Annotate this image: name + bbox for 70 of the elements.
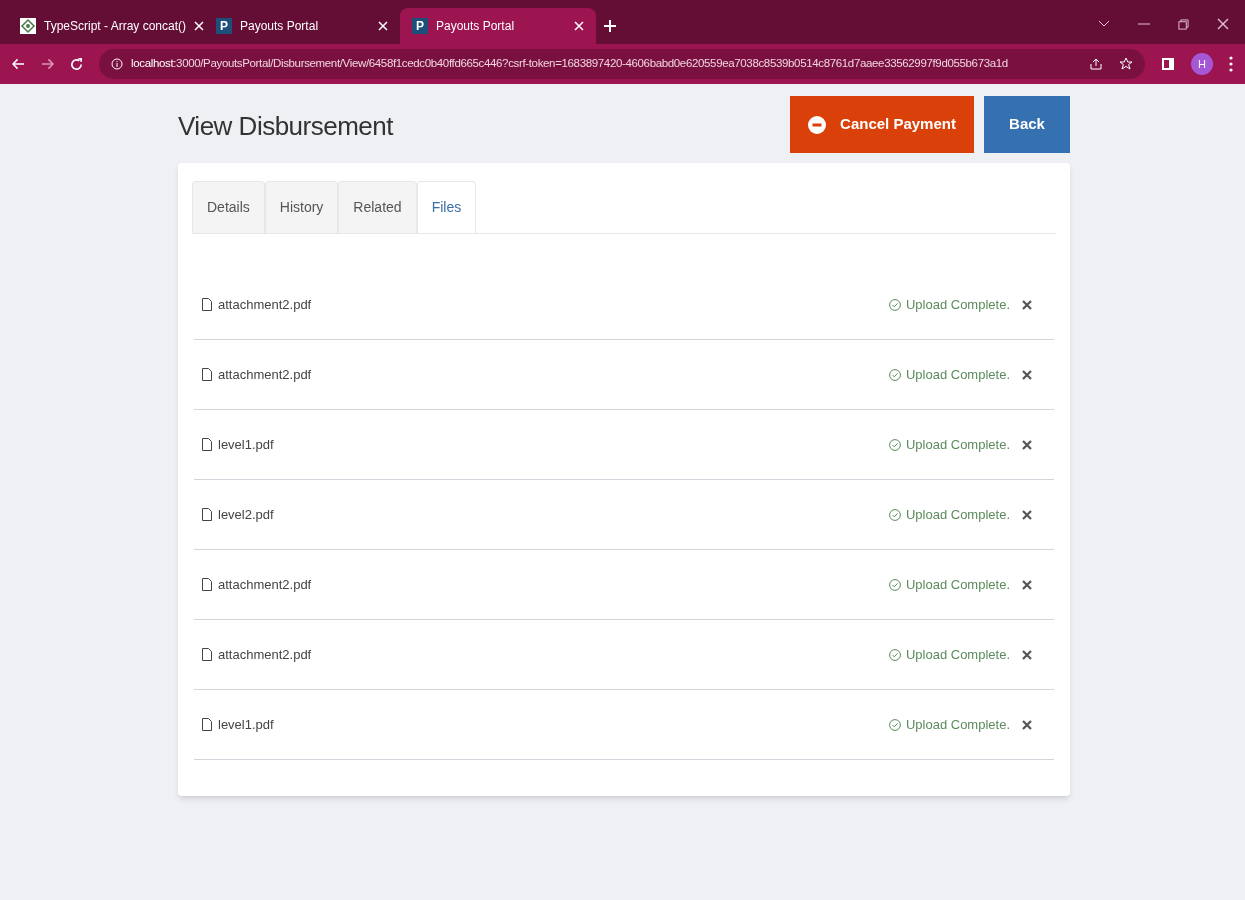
forward-arrow-icon[interactable] <box>41 58 54 70</box>
star-icon[interactable] <box>1119 57 1133 71</box>
remove-file-icon[interactable] <box>1022 649 1032 660</box>
upload-status: Upload Complete. <box>905 295 1010 314</box>
file-name: attachment2.pdf <box>218 295 312 314</box>
file-name: attachment2.pdf <box>218 575 312 594</box>
portal-favicon-icon: P <box>216 18 232 34</box>
portal-favicon-icon: P <box>412 18 428 34</box>
check-circle-icon <box>888 368 901 381</box>
file-name: level2.pdf <box>218 505 274 524</box>
more-menu-icon[interactable] <box>1229 56 1233 72</box>
remove-file-icon[interactable] <box>1022 579 1032 590</box>
close-tab-icon[interactable] <box>378 21 388 31</box>
upload-status: Upload Complete. <box>905 575 1010 594</box>
file-name: level1.pdf <box>218 715 274 734</box>
check-circle-icon <box>888 298 901 311</box>
new-tab-icon[interactable] <box>604 20 616 32</box>
info-icon <box>111 58 123 70</box>
file-icon <box>202 648 212 661</box>
tab-search-chevron-icon[interactable] <box>1098 20 1110 28</box>
file-icon <box>202 718 212 731</box>
check-circle-icon <box>888 718 901 731</box>
reload-icon[interactable] <box>70 57 83 71</box>
file-icon <box>202 578 212 591</box>
file-icon <box>202 368 212 381</box>
share-icon[interactable] <box>1089 57 1103 71</box>
url-text: localhost:3000/PayoutsPortal/Disbursement/View/6458f1cedc0b40ffd665c446?csrf-token=1683897420-4606babd0e620559ea7038c8539b0514c8761d7aaee33562997f9d055b673a1d <box>131 56 1008 72</box>
tab[interactable]: Related <box>338 181 417 233</box>
tab[interactable]: History <box>264 181 339 233</box>
check-circle-icon <box>888 578 901 591</box>
check-circle-icon <box>888 508 901 521</box>
tab[interactable]: Files <box>416 181 477 233</box>
minus-circle-icon <box>808 115 827 134</box>
close-tab-icon[interactable] <box>194 21 205 31</box>
tab[interactable]: Details <box>192 181 265 233</box>
remove-file-icon[interactable] <box>1022 369 1032 380</box>
page-title: View Disbursement <box>178 110 393 143</box>
browser-tab[interactable]: P Payouts Portal <box>204 8 400 44</box>
remove-file-icon[interactable] <box>1022 439 1032 450</box>
restore-icon[interactable] <box>1178 18 1189 30</box>
upload-status: Upload Complete. <box>905 645 1010 664</box>
close-tab-icon[interactable] <box>574 21 584 31</box>
upload-status: Upload Complete. <box>905 435 1010 454</box>
back-button[interactable]: Back <box>984 96 1070 153</box>
file-icon <box>202 508 212 521</box>
remove-file-icon[interactable] <box>1022 299 1032 310</box>
file-icon <box>202 438 212 451</box>
browser-tab[interactable]: P Payouts Portal <box>400 8 596 44</box>
file-name: level1.pdf <box>218 435 274 454</box>
check-circle-icon <box>888 648 901 661</box>
file-name: attachment2.pdf <box>218 365 312 384</box>
tab-title: Payouts Portal <box>436 18 516 35</box>
file-name: attachment2.pdf <box>218 645 312 664</box>
tab-title: Payouts Portal <box>240 18 320 35</box>
back-arrow-icon[interactable] <box>12 58 25 70</box>
upload-status: Upload Complete. <box>905 505 1010 524</box>
file-icon <box>202 298 212 311</box>
site-favicon-icon <box>20 18 36 34</box>
cancel-payment-button[interactable]: Cancel Payment <box>790 96 974 153</box>
profile-avatar[interactable]: H <box>1191 53 1213 75</box>
close-window-icon[interactable] <box>1217 18 1229 30</box>
check-circle-icon <box>888 438 901 451</box>
upload-status: Upload Complete. <box>905 715 1010 734</box>
address-bar[interactable]: localhost:3000/PayoutsPortal/Disbursement/View/6458f1cedc0b40ffd665c446?csrf-token=1683897420-4606babd0e620559ea7038c8539b0514c8761d7aaee33562997f9d055b673a1d <box>99 49 1145 79</box>
upload-status: Upload Complete. <box>905 365 1010 384</box>
browser-tab[interactable]: TypeScript - Array concat() <box>8 8 204 44</box>
side-panel-icon[interactable] <box>1161 57 1175 71</box>
tab-title: TypeScript - Array concat() <box>44 18 187 35</box>
remove-file-icon[interactable] <box>1022 719 1032 730</box>
remove-file-icon[interactable] <box>1022 509 1032 520</box>
